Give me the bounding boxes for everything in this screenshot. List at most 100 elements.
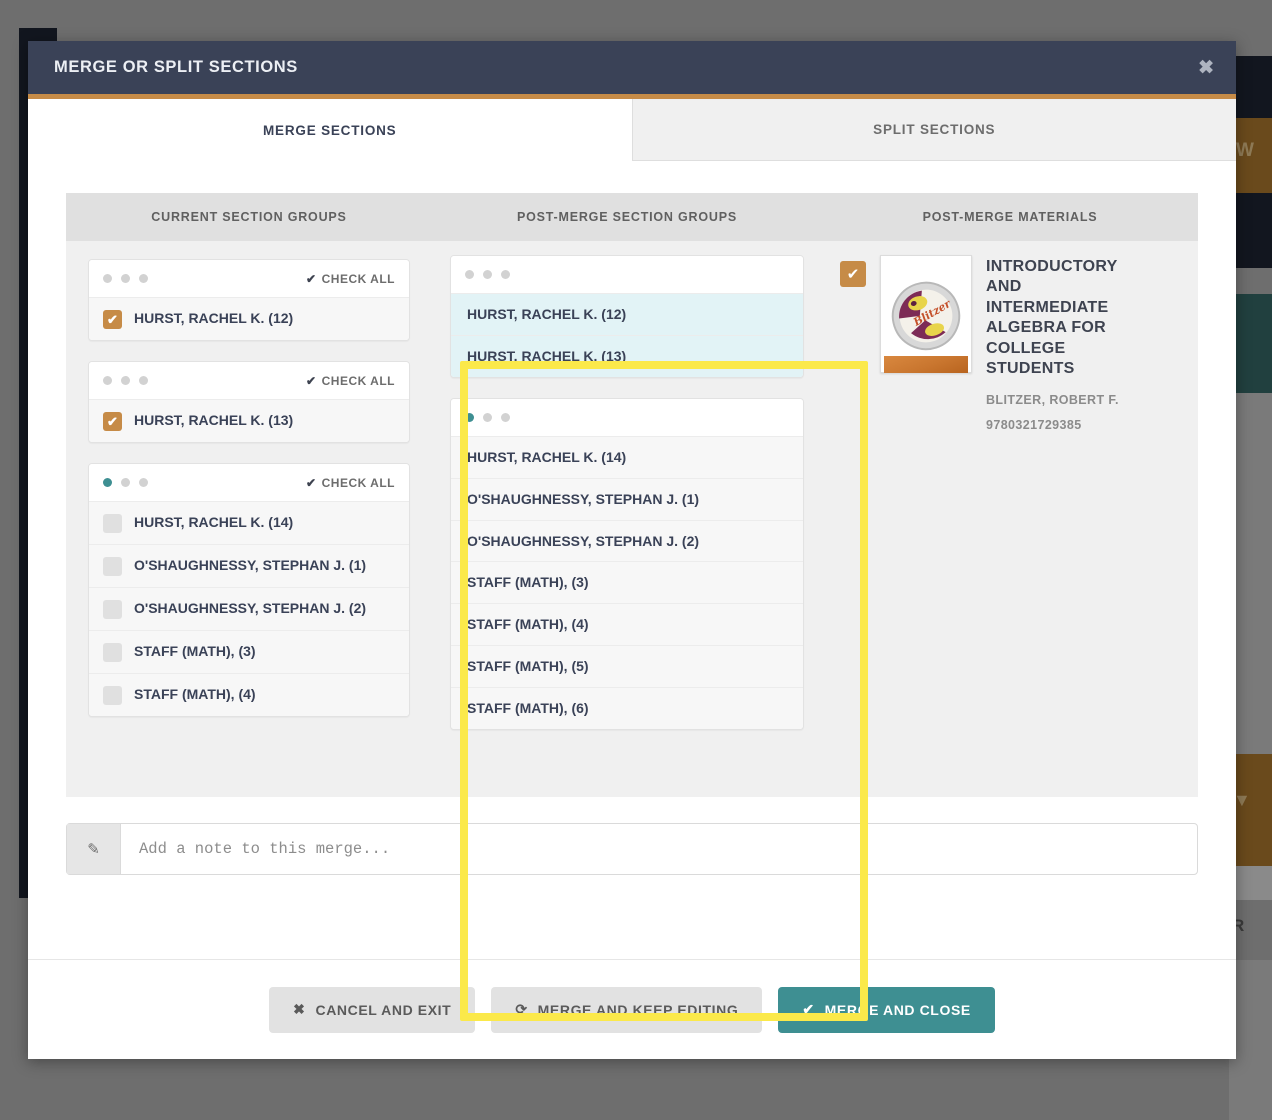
section-group-header: ✔ CHECK ALL <box>89 260 409 298</box>
post-merge-row[interactable]: STAFF (MATH), (5) <box>451 646 803 689</box>
section-group-card: ✔ CHECK ALL ✔ HURST, RACHEL K. (13) <box>88 361 410 443</box>
merge-and-keep-editing-button[interactable]: ⟳ MERGE AND KEEP EDITING <box>491 986 763 1033</box>
check-all-label: CHECK ALL <box>321 475 395 490</box>
modal-body: CURRENT SECTION GROUPS ✔ CHECK ALL ✔ HUR… <box>28 161 1236 1021</box>
material-item[interactable]: ✔ INTRODUCTORY AND INTERMEDIATE ALGEBRA … <box>840 255 1146 797</box>
material-author: BLITZER, ROBERT F. <box>986 392 1119 407</box>
section-label: HURST, RACHEL K. (14) <box>134 514 294 530</box>
status-dot <box>139 478 148 487</box>
post-merge-row[interactable]: HURST, RACHEL K. (12) <box>451 294 803 336</box>
post-merge-group-card: HURST, RACHEL K. (14) O'SHAUGHNESSY, STE… <box>450 397 804 731</box>
check-icon: ✔ <box>802 1001 815 1017</box>
post-merge-row[interactable]: STAFF (MATH), (4) <box>451 604 803 647</box>
post-merge-row[interactable]: O'SHAUGHNESSY, STEPHAN J. (1) <box>451 478 803 521</box>
section-label: O'SHAUGHNESSY, STEPHAN J. (1) <box>467 490 700 507</box>
pencil-icon: ✎ <box>67 824 121 874</box>
current-groups-list[interactable]: ✔ CHECK ALL ✔ HURST, RACHEL K. (12) ✔ CH… <box>66 241 432 797</box>
checkbox-unchecked[interactable] <box>103 643 122 662</box>
checkbox-checked[interactable]: ✔ <box>103 310 122 329</box>
section-label: STAFF (MATH), (3) <box>467 574 589 591</box>
status-dots <box>465 412 510 422</box>
material-checkbox-checked[interactable]: ✔ <box>840 261 866 287</box>
section-row[interactable]: STAFF (MATH), (4) <box>89 674 409 716</box>
section-label: STAFF (MATH), (4) <box>467 616 589 633</box>
post-merge-row[interactable]: STAFF (MATH), (6) <box>451 688 803 730</box>
modal-title: MERGE OR SPLIT SECTIONS <box>54 58 298 76</box>
check-icon: ✔ <box>306 475 317 490</box>
merge-and-close-button[interactable]: ✔ MERGE AND CLOSE <box>778 986 995 1033</box>
section-row[interactable]: ✔ HURST, RACHEL K. (13) <box>89 400 409 442</box>
book-cover-art: Blitzer <box>884 281 968 373</box>
post-merge-groups-list[interactable]: HURST, RACHEL K. (12) HURST, RACHEL K. (… <box>432 241 822 797</box>
section-group-card: ✔ CHECK ALL ✔ HURST, RACHEL K. (12) <box>88 259 410 341</box>
check-all-button[interactable]: ✔ CHECK ALL <box>306 476 395 490</box>
check-all-label: CHECK ALL <box>321 373 395 388</box>
note-section: ✎ <box>28 797 1236 875</box>
check-icon: ✔ <box>306 373 317 388</box>
status-dot <box>465 270 474 279</box>
checkbox-checked[interactable]: ✔ <box>103 412 122 431</box>
status-dot <box>103 274 112 283</box>
status-dot-active <box>465 412 474 422</box>
post-merge-group-card: HURST, RACHEL K. (12) HURST, RACHEL K. (… <box>450 255 804 378</box>
status-dot-active <box>103 478 112 487</box>
column-header-post-merge-materials: POST-MERGE MATERIALS <box>822 193 1198 241</box>
status-dot <box>139 376 148 385</box>
section-label: STAFF (MATH), (4) <box>134 686 256 702</box>
section-label: STAFF (MATH), (6) <box>467 700 589 717</box>
post-merge-row[interactable]: HURST, RACHEL K. (14) <box>451 436 803 479</box>
close-icon[interactable]: ✖ <box>1198 58 1214 77</box>
column-post-merge-section-groups: POST-MERGE SECTION GROUPS HURST, RACHEL … <box>432 193 822 797</box>
column-header-post-merge-groups: POST-MERGE SECTION GROUPS <box>432 193 822 241</box>
material-title: INTRODUCTORY AND INTERMEDIATE ALGEBRA FO… <box>986 258 1118 378</box>
tab-split-sections[interactable]: SPLIT SECTIONS <box>631 99 1236 161</box>
section-label: HURST, RACHEL K. (13) <box>134 412 294 428</box>
tab-bar: MERGE SECTIONS SPLIT SECTIONS <box>28 99 1236 161</box>
status-dot <box>501 270 510 279</box>
cancel-and-exit-button[interactable]: ✖ CANCEL AND EXIT <box>269 986 476 1033</box>
section-row[interactable]: O'SHAUGHNESSY, STEPHAN J. (1) <box>89 545 409 588</box>
book-cover-image: Blitzer <box>880 255 972 373</box>
material-info: INTRODUCTORY AND INTERMEDIATE ALGEBRA FO… <box>986 255 1146 432</box>
section-label: O'SHAUGHNESSY, STEPHAN J. (2) <box>467 532 700 549</box>
status-dot <box>483 412 492 422</box>
post-merge-row[interactable]: STAFF (MATH), (3) <box>451 562 803 605</box>
tab-merge-sections[interactable]: MERGE SECTIONS <box>28 99 632 161</box>
merge-and-keep-editing-label: MERGE AND KEEP EDITING <box>537 1001 739 1018</box>
section-group-header: ✔ CHECK ALL <box>89 464 409 502</box>
section-row[interactable]: STAFF (MATH), (3) <box>89 631 409 674</box>
columns-container: CURRENT SECTION GROUPS ✔ CHECK ALL ✔ HUR… <box>66 193 1198 797</box>
note-field-wrapper: ✎ <box>66 823 1198 875</box>
section-label: STAFF (MATH), (5) <box>467 658 589 675</box>
check-all-label: CHECK ALL <box>321 271 395 286</box>
refresh-icon: ⟳ <box>515 1001 528 1017</box>
section-label: HURST, RACHEL K. (13) <box>467 347 627 364</box>
modal-footer: ✖ CANCEL AND EXIT ⟳ MERGE AND KEEP EDITI… <box>28 959 1236 1059</box>
checkbox-unchecked[interactable] <box>103 557 122 576</box>
post-merge-group-header <box>451 256 803 294</box>
material-isbn: 9780321729385 <box>986 417 1082 432</box>
check-all-button[interactable]: ✔ CHECK ALL <box>306 374 395 388</box>
merge-and-close-label: MERGE AND CLOSE <box>824 1001 971 1018</box>
close-icon: ✖ <box>293 1001 306 1017</box>
checkbox-unchecked[interactable] <box>103 686 122 705</box>
checkbox-unchecked[interactable] <box>103 514 122 533</box>
checkbox-unchecked[interactable] <box>103 600 122 619</box>
section-row[interactable]: HURST, RACHEL K. (14) <box>89 502 409 545</box>
section-row[interactable]: O'SHAUGHNESSY, STEPHAN J. (2) <box>89 588 409 631</box>
status-dot <box>139 274 148 283</box>
section-row[interactable]: ✔ HURST, RACHEL K. (12) <box>89 298 409 340</box>
column-header-current: CURRENT SECTION GROUPS <box>66 193 432 241</box>
post-merge-row[interactable]: O'SHAUGHNESSY, STEPHAN J. (2) <box>451 520 803 563</box>
modal-header: MERGE OR SPLIT SECTIONS ✖ <box>28 41 1236 99</box>
section-group-header: ✔ CHECK ALL <box>89 362 409 400</box>
post-merge-row[interactable]: HURST, RACHEL K. (13) <box>451 335 803 377</box>
status-dot <box>121 376 130 385</box>
status-dots <box>103 274 148 283</box>
section-label: HURST, RACHEL K. (12) <box>134 310 294 326</box>
check-icon: ✔ <box>306 271 317 286</box>
note-input[interactable] <box>121 824 1197 874</box>
check-all-button[interactable]: ✔ CHECK ALL <box>306 272 395 286</box>
column-post-merge-materials: POST-MERGE MATERIALS ✔ INTRODUCTORY AND … <box>822 193 1198 797</box>
section-group-card: ✔ CHECK ALL HURST, RACHEL K. (14) O'SHAU… <box>88 463 410 717</box>
